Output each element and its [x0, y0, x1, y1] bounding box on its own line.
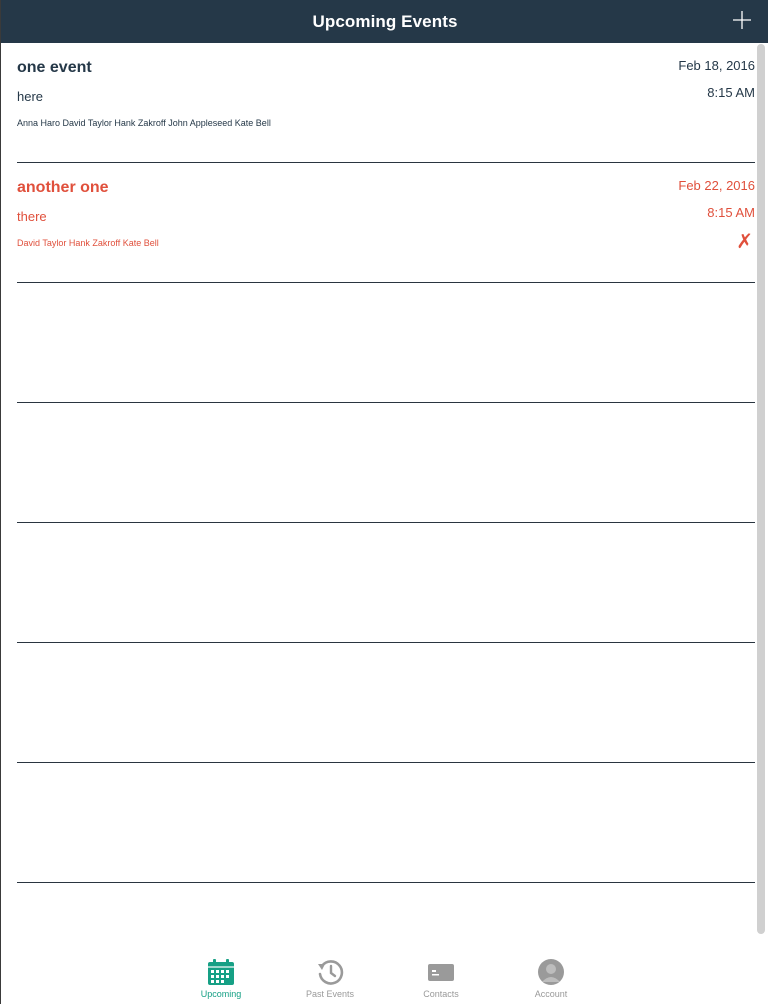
plus-icon[interactable]	[733, 11, 751, 29]
tab-account[interactable]: Account	[511, 958, 591, 1004]
tab-upcoming[interactable]: Upcoming	[181, 958, 261, 1004]
event-time: 8:15 AM	[707, 205, 755, 220]
history-icon	[318, 960, 344, 985]
tab-label: Past Events	[305, 989, 355, 999]
navigation-bar: Upcoming Events	[1, 0, 768, 43]
empty-row	[1, 523, 768, 643]
event-row[interactable]: one event here Anna Haro David Taylor Ha…	[1, 43, 768, 163]
empty-row	[1, 403, 768, 523]
empty-row	[1, 283, 768, 403]
account-icon	[538, 959, 564, 985]
event-date: Feb 22, 2016	[678, 178, 755, 193]
event-title: one event	[17, 59, 92, 76]
event-title: another one	[17, 179, 109, 196]
event-attendees: David Taylor Hank Zakroff Kate Bell	[17, 238, 159, 248]
event-date: Feb 18, 2016	[678, 58, 755, 73]
tab-contacts[interactable]: Contacts	[401, 958, 481, 1004]
calendar-icon	[208, 959, 234, 985]
event-location: here	[17, 89, 44, 104]
tab-bar: Upcoming Past Events Contacts Account	[1, 955, 768, 1004]
tab-label: Account	[534, 989, 568, 999]
event-row[interactable]: another one there David Taylor Hank Zakr…	[1, 163, 768, 283]
event-attendees: Anna Haro David Taylor Hank Zakroff John…	[17, 118, 271, 128]
tab-label: Contacts	[423, 989, 459, 999]
contact-card-icon	[428, 964, 454, 981]
event-time: 8:15 AM	[707, 85, 755, 100]
event-location: there	[17, 209, 47, 224]
event-list: one event here Anna Haro David Taylor Ha…	[1, 43, 768, 883]
tab-label: Upcoming	[200, 989, 242, 999]
empty-row	[1, 763, 768, 883]
app-window: Upcoming Events one event here Anna Haro…	[0, 0, 768, 1004]
empty-row	[1, 643, 768, 763]
cancel-x-icon[interactable]: ✗	[736, 229, 753, 254]
tab-past-events[interactable]: Past Events	[290, 958, 370, 1004]
page-title: Upcoming Events	[312, 12, 458, 31]
row-divider	[17, 882, 755, 883]
